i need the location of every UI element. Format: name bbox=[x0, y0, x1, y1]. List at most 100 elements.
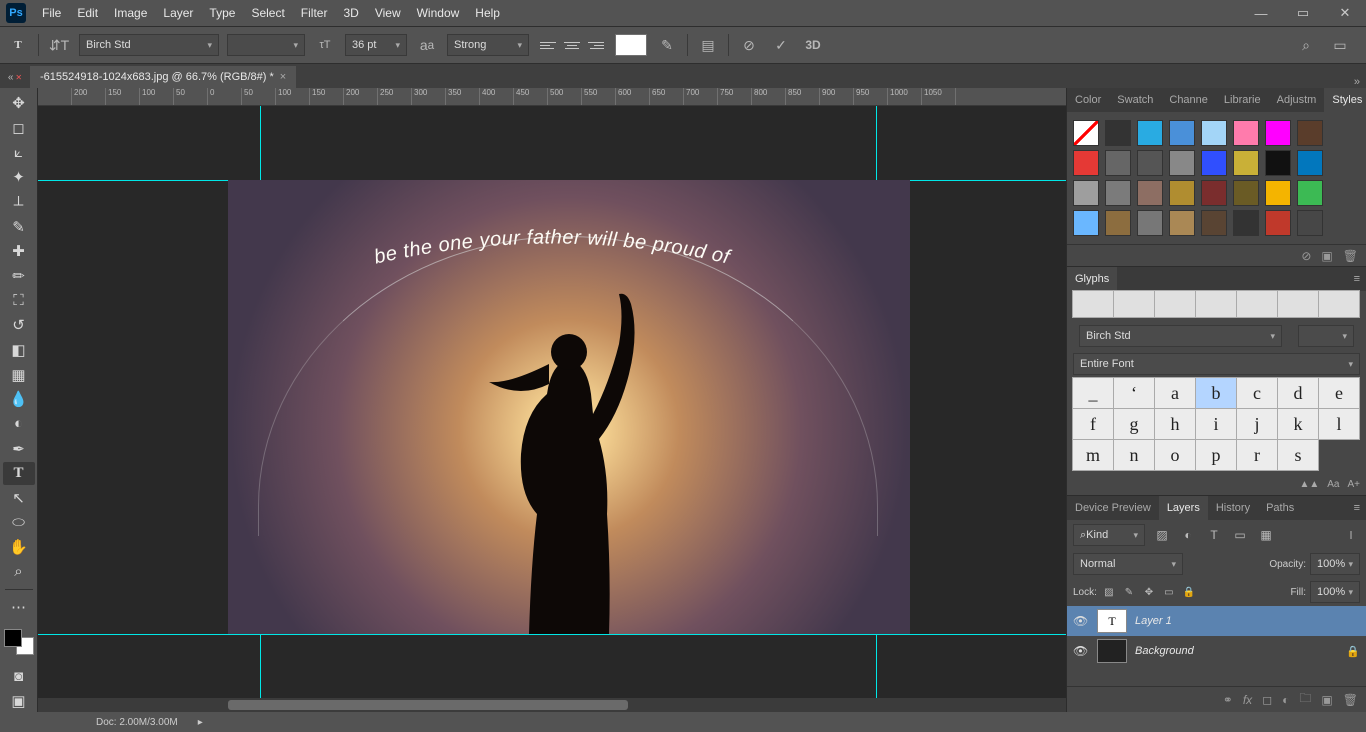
menu-select[interactable]: Select bbox=[243, 0, 292, 26]
anti-alias-select[interactable]: Strong▾ bbox=[447, 34, 529, 56]
color-picker[interactable] bbox=[4, 629, 34, 655]
style-swatch[interactable] bbox=[1073, 180, 1099, 206]
glyph-cell[interactable]: e bbox=[1318, 377, 1360, 409]
glyph-cell[interactable]: i bbox=[1195, 408, 1237, 440]
status-flyout-icon[interactable]: ▸ bbox=[198, 717, 203, 728]
type-tool[interactable]: T bbox=[3, 462, 35, 485]
menu-filter[interactable]: Filter bbox=[293, 0, 336, 26]
menu-file[interactable]: File bbox=[34, 0, 69, 26]
style-swatch[interactable] bbox=[1201, 120, 1227, 146]
foreground-color[interactable] bbox=[4, 629, 22, 647]
style-swatch[interactable] bbox=[1233, 210, 1259, 236]
edit-toolbar-button[interactable]: ⋯ bbox=[3, 596, 35, 619]
recent-glyph-slot[interactable] bbox=[1113, 290, 1155, 318]
glyph-cell[interactable]: o bbox=[1154, 439, 1196, 471]
font-family-select[interactable]: Birch Std▾ bbox=[79, 34, 219, 56]
document-tab[interactable]: -615524918-1024x683.jpg @ 66.7% (RGB/8#)… bbox=[30, 66, 296, 88]
filter-shape-icon[interactable]: ▭ bbox=[1231, 528, 1249, 542]
style-swatch[interactable] bbox=[1105, 210, 1131, 236]
healing-tool[interactable]: ✚ bbox=[3, 240, 35, 263]
glyph-cell[interactable]: m bbox=[1072, 439, 1114, 471]
glyph-cell[interactable]: b bbox=[1195, 377, 1237, 409]
glyph-zoom-controls[interactable]: ▲▲AaA+ bbox=[1073, 475, 1360, 493]
close-button[interactable]: ✕ bbox=[1324, 0, 1366, 26]
path-select-tool[interactable]: ↖ bbox=[3, 487, 35, 510]
style-swatch[interactable] bbox=[1105, 120, 1131, 146]
style-swatch[interactable] bbox=[1297, 180, 1323, 206]
close-tab-icon[interactable]: × bbox=[280, 71, 286, 83]
eyedropper-tool[interactable]: ✎ bbox=[3, 215, 35, 238]
align-right-button[interactable] bbox=[585, 34, 607, 56]
glyph-font-select[interactable]: Birch Std▾ bbox=[1079, 325, 1282, 347]
canvas[interactable]: be the one your father will be proud of bbox=[38, 106, 1066, 712]
restore-button[interactable]: ▭ bbox=[1282, 0, 1324, 26]
panel-menu-icon[interactable]: ≡ bbox=[1348, 502, 1366, 514]
glyph-cell[interactable]: f bbox=[1072, 408, 1114, 440]
glyph-cell[interactable]: n bbox=[1113, 439, 1155, 471]
style-swatch[interactable] bbox=[1233, 120, 1259, 146]
style-swatch[interactable] bbox=[1265, 210, 1291, 236]
filter-toggle-icon[interactable]: ⏽ bbox=[1342, 528, 1360, 543]
style-swatch[interactable] bbox=[1201, 150, 1227, 176]
eraser-tool[interactable]: ◧ bbox=[3, 339, 35, 362]
layer-name-label[interactable]: Layer 1 bbox=[1135, 615, 1360, 627]
font-style-select[interactable]: ▾ bbox=[227, 34, 305, 56]
blur-tool[interactable]: 💧 bbox=[3, 388, 35, 411]
layer-thumbnail[interactable] bbox=[1097, 639, 1127, 663]
glyphs-tab[interactable]: Glyphs bbox=[1067, 267, 1117, 291]
dodge-tool[interactable]: ◐ bbox=[3, 413, 35, 436]
filter-pixel-icon[interactable]: ▨ bbox=[1153, 528, 1171, 542]
glyph-cell[interactable]: g bbox=[1113, 408, 1155, 440]
style-swatch[interactable] bbox=[1297, 210, 1323, 236]
style-swatch[interactable] bbox=[1137, 180, 1163, 206]
menu-help[interactable]: Help bbox=[467, 0, 508, 26]
panel-tab-color[interactable]: Color bbox=[1067, 88, 1109, 112]
glyph-cell[interactable]: h bbox=[1154, 408, 1196, 440]
fill-field[interactable]: 100%▾ bbox=[1310, 581, 1360, 603]
horizontal-ruler[interactable]: 2001501005005010015020025030035040045050… bbox=[38, 88, 1066, 106]
panel-tab-history[interactable]: History bbox=[1208, 496, 1258, 520]
font-size-select[interactable]: 36 pt▾ bbox=[345, 34, 407, 56]
visibility-icon[interactable]: 👁 bbox=[1073, 644, 1089, 658]
tab-scroll-buttons[interactable]: « ✕ bbox=[0, 66, 30, 88]
panel-tab-channe[interactable]: Channe bbox=[1161, 88, 1216, 112]
glyph-cell[interactable]: r bbox=[1236, 439, 1278, 471]
style-swatch[interactable] bbox=[1169, 210, 1195, 236]
lock-all-icon[interactable]: 🔒 bbox=[1181, 587, 1197, 598]
style-swatch[interactable] bbox=[1169, 150, 1195, 176]
shape-tool[interactable]: ⬭ bbox=[3, 511, 35, 534]
recent-glyph-slot[interactable] bbox=[1277, 290, 1319, 318]
style-swatch[interactable] bbox=[1073, 210, 1099, 236]
style-swatch[interactable] bbox=[1073, 150, 1099, 176]
layer-fx-icon[interactable]: fx bbox=[1243, 693, 1252, 707]
style-swatch[interactable] bbox=[1201, 210, 1227, 236]
3d-text-button[interactable]: 3D bbox=[801, 33, 825, 57]
recent-glyph-slot[interactable] bbox=[1154, 290, 1196, 318]
recent-glyph-slot[interactable] bbox=[1318, 290, 1360, 318]
brush-tool[interactable]: ✏ bbox=[3, 265, 35, 288]
menu-type[interactable]: Type bbox=[201, 0, 243, 26]
marquee-tool[interactable]: ◻ bbox=[3, 117, 35, 140]
style-swatch[interactable] bbox=[1297, 150, 1323, 176]
style-swatch[interactable] bbox=[1073, 120, 1099, 146]
style-swatch[interactable] bbox=[1137, 210, 1163, 236]
visibility-icon[interactable]: 👁 bbox=[1073, 614, 1089, 628]
glyph-cell[interactable]: p bbox=[1195, 439, 1237, 471]
panel-tab-librarie[interactable]: Librarie bbox=[1216, 88, 1269, 112]
glyph-cell[interactable]: k bbox=[1277, 408, 1319, 440]
lock-position-icon[interactable]: ✥ bbox=[1141, 587, 1157, 598]
panel-tab-layers[interactable]: Layers bbox=[1159, 496, 1208, 520]
glyph-cell[interactable]: a bbox=[1154, 377, 1196, 409]
style-swatch[interactable] bbox=[1265, 180, 1291, 206]
new-style-icon[interactable]: ▣ bbox=[1321, 249, 1332, 263]
delete-layer-icon[interactable]: 🗑 bbox=[1343, 693, 1358, 707]
stamp-tool[interactable]: ⛶ bbox=[3, 289, 35, 312]
glyph-cell[interactable]: c bbox=[1236, 377, 1278, 409]
history-brush-tool[interactable]: ↺ bbox=[3, 314, 35, 337]
recent-glyph-slot[interactable] bbox=[1072, 290, 1114, 318]
menu-view[interactable]: View bbox=[367, 0, 409, 26]
recent-glyph-slot[interactable] bbox=[1195, 290, 1237, 318]
style-swatch[interactable] bbox=[1265, 150, 1291, 176]
glyph-cell[interactable]: l bbox=[1318, 408, 1360, 440]
lasso-tool[interactable]: ⟀ bbox=[3, 141, 35, 164]
